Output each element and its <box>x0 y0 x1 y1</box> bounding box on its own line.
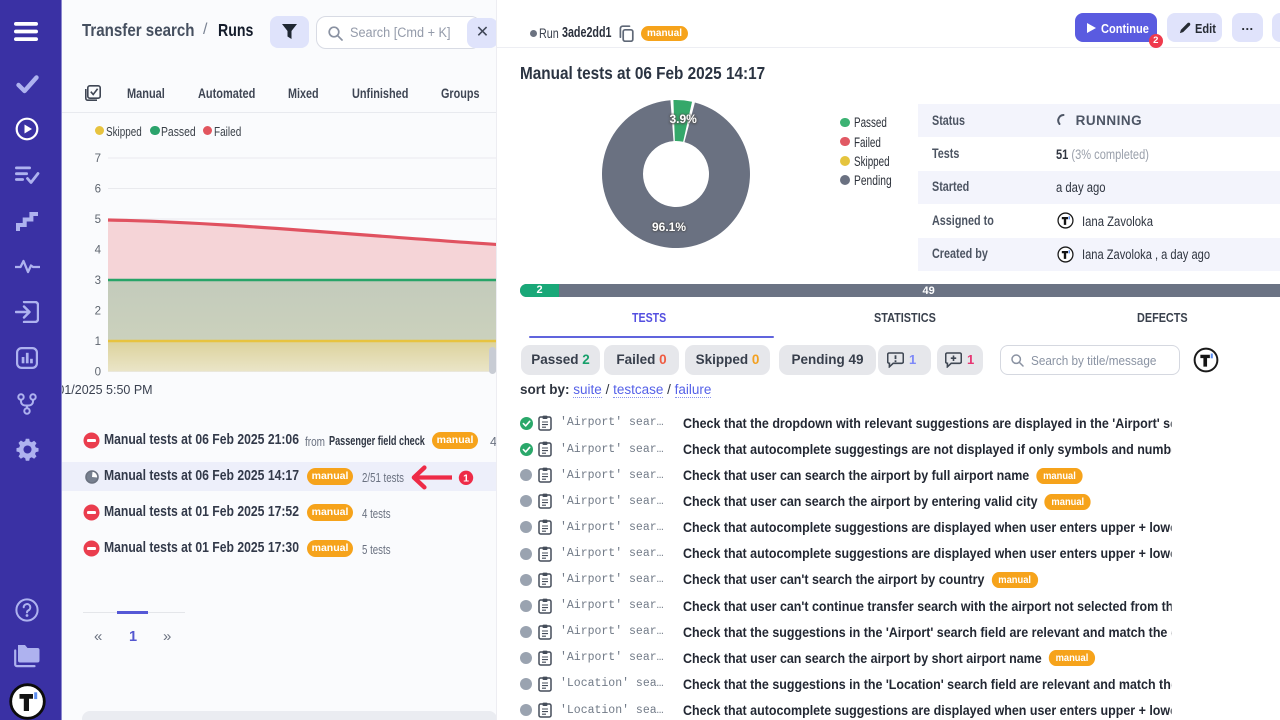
svg-text:3: 3 <box>95 275 101 287</box>
svg-text:2: 2 <box>95 306 101 318</box>
svg-text:1: 1 <box>95 336 101 348</box>
svg-text:7: 7 <box>95 153 101 165</box>
svg-text:0: 0 <box>95 367 101 379</box>
svg-text:4: 4 <box>95 245 102 257</box>
svg-text:5: 5 <box>95 214 101 226</box>
svg-text:1: 1 <box>463 473 469 485</box>
svg-text:6: 6 <box>95 184 101 196</box>
